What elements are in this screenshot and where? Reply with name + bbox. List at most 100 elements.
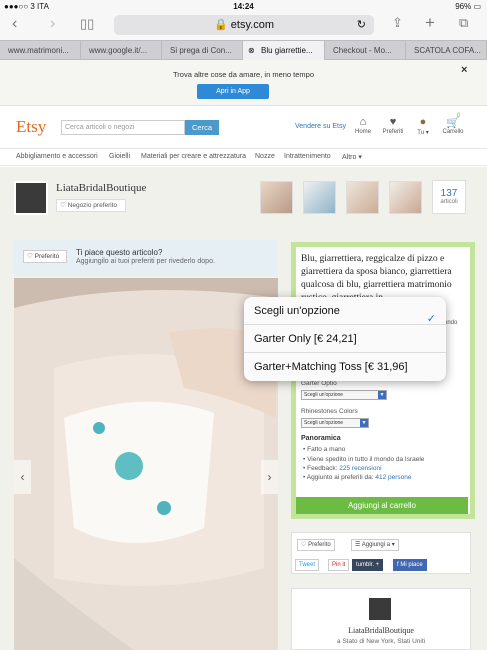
favorites-label: Preferiti: [382, 129, 404, 135]
product-image[interactable]: [14, 278, 278, 650]
shop-thumbnail[interactable]: [260, 181, 293, 214]
tabs-icon[interactable]: ⧉: [459, 15, 468, 31]
shop-thumbnail[interactable]: [346, 181, 379, 214]
product-photo-graphic: [14, 278, 278, 650]
shop-thumbnail[interactable]: [389, 181, 422, 214]
option-label-garter: Garter Optio: [301, 380, 337, 387]
tab-4-label: Blu giarrettie...: [261, 46, 313, 55]
tab-4-active[interactable]: ⊗ Blu giarrettie...: [243, 41, 325, 60]
home-label: Home: [354, 129, 371, 135]
cart-icon: 🛒: [446, 117, 460, 129]
overview-item: • Aggiunto ai preferiti da: 412 persone: [303, 474, 412, 481]
category-link[interactable]: Nozze: [255, 153, 275, 160]
add-to-list-button[interactable]: ☰ Aggiungi a ▾: [351, 539, 399, 551]
cart-button[interactable]: 🛒 Carrello: [441, 116, 465, 135]
option-label-rhinestones: Rhinestones Colors: [301, 408, 358, 415]
favorite-prompt-title: Ti piace questo articolo?: [76, 248, 163, 257]
popover-option[interactable]: Garter+Matching Toss [€ 31,96]: [244, 353, 446, 381]
shop-avatar[interactable]: [14, 181, 48, 215]
next-image-button[interactable]: ›: [261, 460, 278, 494]
partial-text: ondo: [444, 320, 458, 326]
sell-link[interactable]: Vendere su Etsy: [295, 123, 346, 130]
favorite-shop-label: Negozio preferito: [67, 202, 118, 209]
avatar: ●: [419, 116, 427, 128]
rhinestones-select[interactable]: Scegli un'opzione ▼: [301, 418, 369, 428]
home-button[interactable]: ⌂ Home: [351, 116, 375, 135]
close-icon[interactable]: ×: [461, 64, 467, 76]
shop-card-name[interactable]: LiataBridalBoutique: [291, 626, 471, 635]
option-popover: Scegli un'opzione ✓ Garter Only [€ 24,21…: [244, 297, 446, 381]
bookmarks-icon[interactable]: ▯▯: [80, 16, 94, 32]
address-bar[interactable]: 🔒 etsy.com ↻: [114, 15, 374, 35]
facebook-icon: f: [397, 562, 399, 568]
overview-text: Viene spedito in tutto il mondo da Israe…: [307, 456, 425, 463]
reload-icon[interactable]: ↻: [357, 15, 366, 35]
overview-item: • Viene spedito in tutto il mondo da Isr…: [303, 456, 425, 463]
cart-count: 0: [457, 113, 461, 119]
garter-option-select[interactable]: Scegli un'opzione ▼: [301, 390, 387, 400]
search-input[interactable]: Cerca articoli o negozi: [61, 120, 185, 135]
item-count: 137: [440, 188, 458, 199]
etsy-logo[interactable]: Etsy: [16, 117, 46, 137]
popover-option[interactable]: Garter Only [€ 24,21]: [244, 325, 446, 353]
overview-title: Panoramica: [301, 435, 341, 442]
banner-text: Trova altre cose da amare, in meno tempo: [172, 70, 315, 79]
search-button[interactable]: Cerca: [185, 120, 219, 135]
heart-icon: ♥: [389, 116, 397, 128]
home-icon: ⌂: [359, 116, 367, 128]
browser-toolbar: ‹ › ▯▯ 🔒 etsy.com ↻ ⇪ + ⧉: [0, 12, 487, 40]
shop-card-logo[interactable]: [369, 598, 391, 620]
clock: 14:24: [233, 2, 254, 11]
tumblr-button[interactable]: tumblr. +: [352, 559, 384, 571]
shop-card-location: a Stato di New York, Stati Uniti: [336, 638, 426, 645]
favorites-button[interactable]: ♥ Preferiti: [381, 116, 405, 135]
reviews-link[interactable]: 225 recensioni: [339, 465, 381, 472]
open-app-button[interactable]: Apri in App: [197, 84, 269, 99]
new-tab-icon[interactable]: +: [425, 13, 435, 33]
facebook-like-label: Mi piace: [400, 562, 423, 568]
item-count-box[interactable]: 137 articoli: [432, 180, 466, 214]
close-tab-icon[interactable]: ⊗: [248, 41, 255, 60]
favorites-count-link[interactable]: 412 persone: [375, 474, 411, 481]
heart-icon: ♡: [301, 542, 307, 548]
category-link[interactable]: Intrattenimento: [284, 153, 331, 160]
battery-label: 96% ▭: [455, 2, 481, 11]
favorite-shop-button[interactable]: ♡ Negozio preferito: [56, 199, 126, 212]
tab-6[interactable]: SCATOLA COFA...: [406, 41, 487, 60]
tab-strip: www.matrimoni... www.google.it/... Si pr…: [0, 40, 487, 60]
url-text: etsy.com: [230, 19, 274, 31]
forward-icon[interactable]: ›: [50, 15, 55, 33]
add-to-cart-button[interactable]: Aggiungi al carrello: [296, 497, 468, 514]
shop-name[interactable]: LiataBridalBoutique: [56, 182, 146, 194]
favorite-item-button[interactable]: ♡ Preferito: [23, 250, 67, 263]
category-link[interactable]: Gioielli: [109, 153, 130, 160]
favorite-button[interactable]: ♡ Preferito: [297, 539, 335, 551]
favorite-item-label: Preferito: [34, 253, 60, 260]
category-link[interactable]: Altro ▾: [342, 153, 362, 161]
popover-option-label: Scegli un'opzione: [254, 305, 340, 317]
overview-item: • Feedback: 225 recensioni: [303, 465, 382, 472]
tab-3[interactable]: Si prega di Con...: [162, 41, 243, 60]
pinterest-button[interactable]: Pin it: [328, 559, 350, 571]
category-link[interactable]: Materiali per creare e attrezzatura: [141, 153, 246, 160]
back-icon[interactable]: ‹: [12, 15, 17, 33]
facebook-like-button[interactable]: f Mi piace: [393, 559, 427, 571]
chevron-left-icon: ‹: [20, 470, 25, 484]
share-icon[interactable]: ⇪: [392, 15, 403, 31]
select-value: Scegli un'opzione: [304, 420, 344, 426]
tab-5[interactable]: Checkout - Mo...: [325, 41, 406, 60]
account-label: Tu ▾: [417, 130, 429, 136]
overview-text: Feedback:: [307, 465, 340, 472]
account-button[interactable]: ● Tu ▾: [411, 116, 435, 136]
favorite-prompt-subtitle: Aggiungilo ai tuoi preferiti per riveder…: [76, 258, 215, 265]
popover-option[interactable]: Scegli un'opzione ✓: [244, 297, 446, 325]
category-link[interactable]: Abbigliamento e accessori: [16, 153, 98, 160]
tab-1[interactable]: www.matrimoni...: [0, 41, 81, 60]
shop-thumbnail[interactable]: [303, 181, 336, 214]
lock-icon: 🔒: [214, 19, 228, 31]
app-banner: Trova altre cose da amare, in meno tempo…: [0, 60, 487, 106]
overview-item: • Fatto a mano: [303, 446, 346, 453]
tab-2[interactable]: www.google.it/...: [81, 41, 162, 60]
tweet-button[interactable]: Tweet: [295, 559, 320, 571]
prev-image-button[interactable]: ‹: [14, 460, 31, 494]
